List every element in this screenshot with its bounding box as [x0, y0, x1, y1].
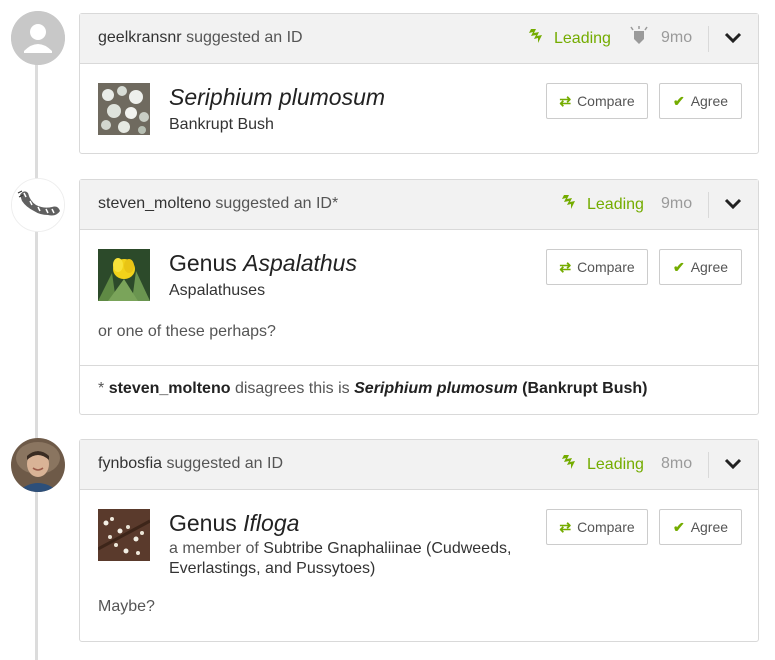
parent-taxon-link-cont[interactable]: Everlastings, and Pussytoes) — [169, 560, 375, 577]
status-leading: Leading — [561, 453, 644, 476]
activity-timeline — [35, 60, 38, 660]
id-summary: fynbosfia suggested an ID — [98, 455, 283, 473]
taxon-photo[interactable] — [98, 509, 150, 561]
compare-button[interactable]: ⇄ Compare — [546, 509, 648, 545]
action-text: suggested an ID* — [215, 195, 339, 212]
username-link[interactable]: fynbosfia — [98, 455, 162, 472]
chevron-down-icon[interactable] — [724, 197, 742, 216]
id-summary: geelkransnr suggested an ID — [98, 29, 303, 47]
agree-button[interactable]: ✔ Agree — [659, 509, 742, 545]
disagreement-note: * steven_molteno disagrees this is Serip… — [80, 365, 758, 416]
username-link[interactable]: steven_molteno — [109, 380, 231, 397]
card-header: fynbosfia suggested an ID Leading 8mo — [80, 440, 758, 490]
chevron-down-icon[interactable] — [724, 457, 742, 476]
id-summary: steven_molteno suggested an ID* — [98, 195, 338, 213]
taxon-name[interactable]: Genus Ifloga — [169, 510, 299, 537]
taxon-name[interactable]: Seriphium plumosum — [169, 84, 385, 111]
agree-button[interactable]: ✔ Agree — [659, 249, 742, 285]
common-name: Bankrupt Bush — [169, 116, 274, 133]
card-header: geelkransnr suggested an ID Leading 9mo — [80, 14, 758, 64]
divider — [708, 452, 709, 478]
compare-button[interactable]: ⇄ Compare — [546, 83, 648, 119]
time-ago: 8mo — [661, 455, 693, 472]
leading-icon — [561, 193, 587, 216]
parent-taxon: a member of Subtribe Gnaphaliinae (Cudwe… — [169, 540, 512, 577]
username-link[interactable]: geelkransnr — [98, 29, 182, 46]
taxon-name[interactable]: Genus Aspalathus — [169, 250, 357, 277]
avatar[interactable] — [11, 438, 65, 492]
time-ago: 9mo — [661, 195, 693, 212]
taxon-link[interactable]: Seriphium plumosum — [354, 380, 518, 397]
agree-button[interactable]: ✔ Agree — [659, 83, 742, 119]
avatar[interactable] — [11, 178, 65, 232]
id-comment: or one of these perhaps? — [98, 323, 276, 340]
parent-taxon-link[interactable]: Subtribe Gnaphaliinae (Cudweeds, — [263, 540, 511, 557]
leading-icon — [561, 453, 587, 476]
status-leading: Leading — [561, 193, 644, 216]
status-leading: Leading — [528, 27, 611, 50]
time-ago: 9mo — [661, 29, 693, 46]
leading-icon — [528, 27, 554, 50]
compare-icon: ⇄ — [559, 92, 572, 109]
taxon-photo[interactable] — [98, 83, 150, 135]
taxon-photo[interactable] — [98, 249, 150, 301]
divider — [708, 26, 709, 52]
compare-icon: ⇄ — [559, 518, 572, 535]
identification-card: steven_molteno suggested an ID* Leading … — [79, 179, 759, 415]
action-text: suggested an ID — [186, 29, 303, 46]
action-text: suggested an ID — [166, 455, 284, 472]
identification-card: fynbosfia suggested an ID Leading 8mo Ge… — [79, 439, 759, 642]
check-icon: ✔ — [672, 518, 685, 535]
divider — [708, 192, 709, 218]
compare-button[interactable]: ⇄ Compare — [546, 249, 648, 285]
check-icon: ✔ — [672, 92, 685, 109]
id-comment: Maybe? — [98, 598, 155, 615]
common-name: Aspalathuses — [169, 282, 266, 299]
compare-icon: ⇄ — [559, 258, 572, 275]
check-icon: ✔ — [672, 258, 685, 275]
card-header: steven_molteno suggested an ID* Leading … — [80, 180, 758, 230]
flag-icon[interactable] — [628, 25, 650, 54]
avatar[interactable] — [11, 11, 65, 65]
identification-card: geelkransnr suggested an ID Leading 9mo — [79, 13, 759, 154]
chevron-down-icon[interactable] — [724, 31, 742, 50]
username-link[interactable]: steven_molteno — [98, 195, 211, 212]
